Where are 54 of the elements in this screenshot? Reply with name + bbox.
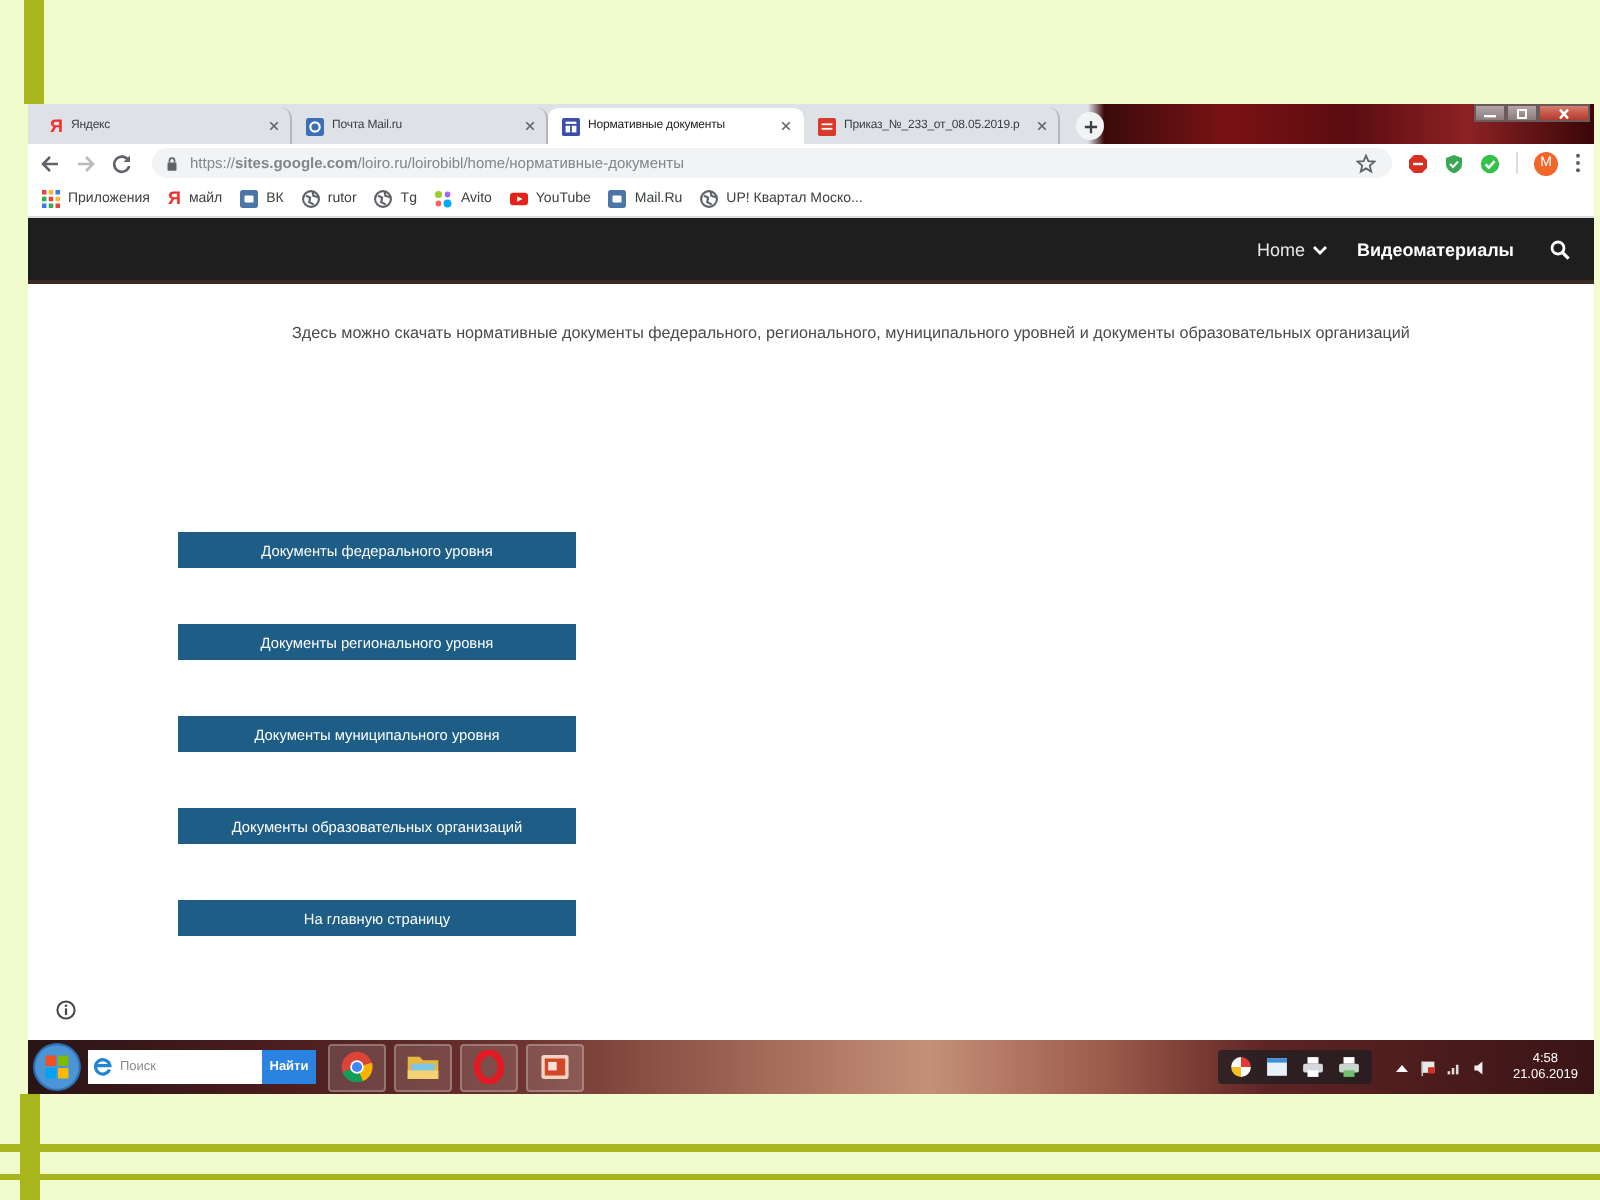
printer-icon[interactable] bbox=[1338, 1056, 1361, 1078]
mail-icon bbox=[306, 117, 324, 135]
square-logo-icon bbox=[608, 190, 627, 208]
globe-icon bbox=[700, 190, 719, 208]
back-icon[interactable] bbox=[40, 153, 60, 173]
lock-icon bbox=[166, 155, 178, 171]
start-button[interactable] bbox=[32, 1042, 82, 1092]
globe-icon bbox=[301, 190, 320, 208]
nav-link[interactable]: Home bbox=[1256, 239, 1329, 259]
flag-icon[interactable] bbox=[1420, 1059, 1437, 1075]
star-icon[interactable] bbox=[1356, 153, 1376, 173]
taskbar-button[interactable] bbox=[328, 1043, 386, 1091]
close-icon[interactable] bbox=[268, 120, 280, 132]
reload-icon[interactable] bbox=[112, 153, 132, 173]
e-logo-icon bbox=[94, 1058, 112, 1076]
pinwheel-icon[interactable] bbox=[1230, 1056, 1253, 1078]
square-logo-icon bbox=[240, 190, 259, 208]
nav-link[interactable]: Видеоматериалы bbox=[1356, 239, 1514, 259]
new-tab-button[interactable] bbox=[1076, 112, 1104, 140]
more-menu-icon[interactable] bbox=[1574, 152, 1582, 174]
taskbar-button[interactable] bbox=[394, 1043, 452, 1091]
intro-text: Здесь можно скачать нормативные документы федерального, регионального, муниципального уровней и документы образовательных организаций bbox=[290, 324, 1412, 344]
maximize-icon bbox=[1512, 107, 1532, 119]
minimize-button[interactable] bbox=[1474, 104, 1506, 122]
stop-sign-icon[interactable] bbox=[1408, 153, 1428, 173]
document-icon bbox=[818, 117, 836, 135]
close-icon[interactable] bbox=[524, 120, 536, 132]
globe-icon bbox=[374, 190, 393, 208]
ring-icon bbox=[472, 1050, 506, 1084]
page-icon bbox=[562, 117, 580, 135]
printer-icon[interactable] bbox=[1302, 1056, 1325, 1078]
letter-logo-icon: Я bbox=[167, 190, 181, 208]
windows-orb-icon bbox=[32, 1042, 82, 1092]
dots-logo-icon bbox=[434, 190, 453, 208]
chevron-down-icon bbox=[1312, 243, 1329, 255]
slide-stripe bbox=[24, 0, 44, 104]
check-circle-icon[interactable] bbox=[1480, 153, 1500, 173]
browser-icon bbox=[340, 1050, 374, 1084]
signal-icon[interactable] bbox=[1446, 1059, 1463, 1075]
letter-logo-icon: Я bbox=[50, 117, 63, 135]
maximize-button[interactable] bbox=[1506, 104, 1538, 122]
plus-icon bbox=[1083, 119, 1097, 133]
window-icon[interactable] bbox=[1266, 1056, 1289, 1078]
close-icon[interactable] bbox=[780, 120, 792, 132]
close-icon bbox=[1554, 107, 1574, 119]
close-button[interactable] bbox=[1538, 104, 1590, 122]
info-icon[interactable] bbox=[56, 1000, 76, 1020]
apps-grid-icon bbox=[42, 190, 60, 208]
play-icon bbox=[509, 190, 528, 208]
shield-icon[interactable] bbox=[1444, 153, 1464, 173]
close-icon[interactable] bbox=[1036, 120, 1048, 132]
taskbar-button[interactable] bbox=[526, 1043, 584, 1091]
search-icon[interactable] bbox=[1550, 239, 1570, 259]
presentation-icon bbox=[538, 1050, 572, 1084]
